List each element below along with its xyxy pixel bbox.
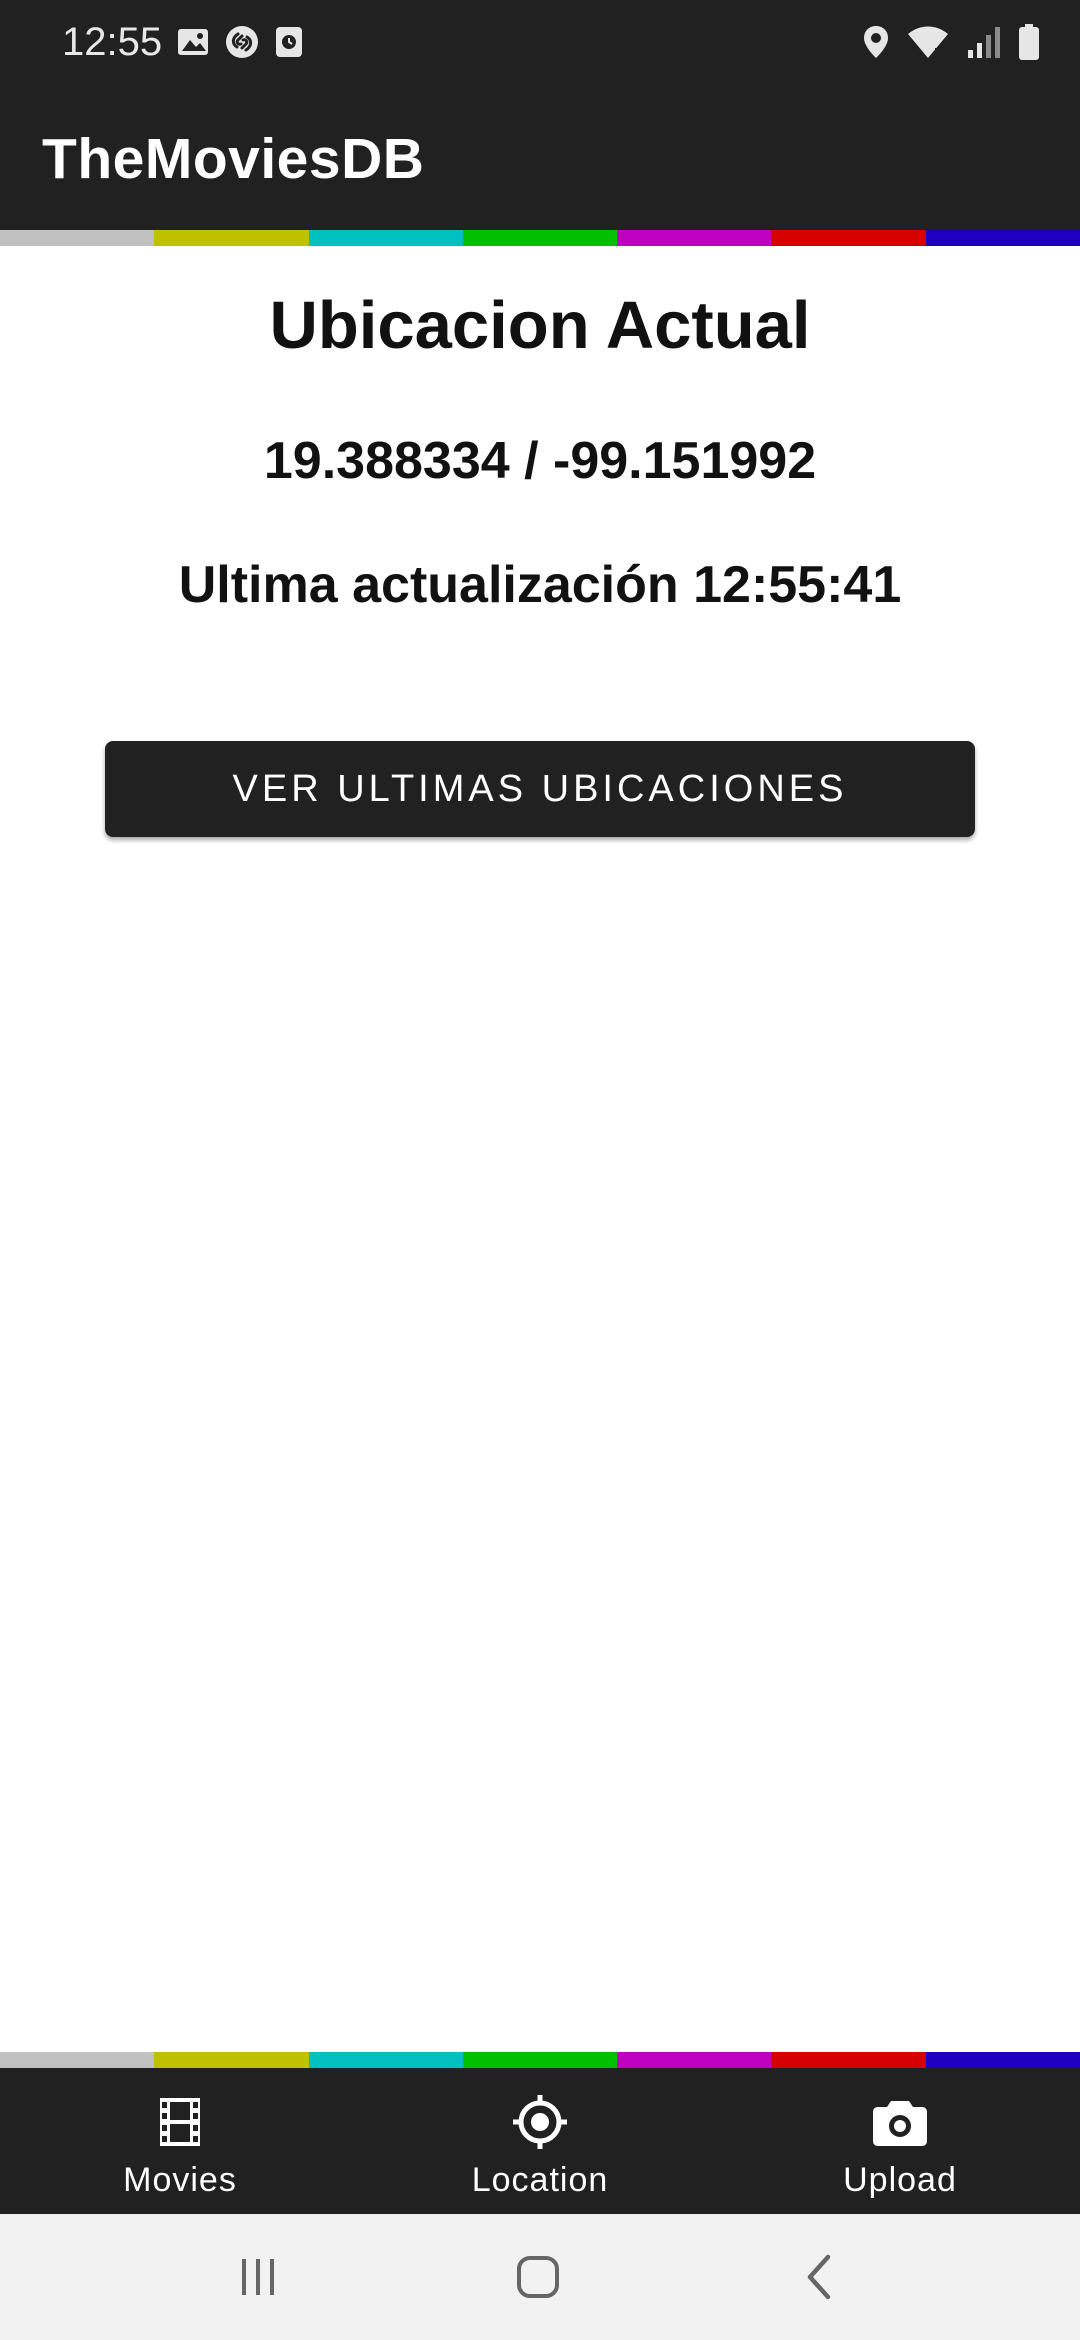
stripe-segment <box>617 2052 772 2068</box>
color-stripe-top <box>0 230 1080 246</box>
location-pin-icon <box>862 24 890 60</box>
coordinates-text: 19.388334 / -99.151992 <box>263 432 817 490</box>
stripe-segment <box>771 2052 926 2068</box>
stripe-segment <box>0 2052 155 2068</box>
bottom-navigation: Movies Location Upload <box>0 2068 1080 2214</box>
last-update-text: Ultima actualización 12:55:41 <box>178 556 902 614</box>
stripe-segment <box>925 230 1080 246</box>
signal-icon <box>966 24 1002 60</box>
app-bar: TheMoviesDB <box>0 84 1080 230</box>
battery-icon <box>1018 23 1040 61</box>
wifi-icon <box>906 24 950 60</box>
nav-item-movies[interactable]: Movies <box>0 2068 360 2214</box>
status-bar: 12:55 <box>0 0 1080 84</box>
home-icon[interactable] <box>508 2247 568 2307</box>
nav-label-upload: Upload <box>843 2161 957 2199</box>
stripe-segment <box>925 2052 1080 2068</box>
film-icon <box>152 2094 208 2150</box>
stripe-segment <box>0 230 155 246</box>
nav-label-location: Location <box>471 2161 609 2199</box>
stripe-segment <box>771 230 926 246</box>
stripe-segment <box>154 2052 309 2068</box>
stripe-segment <box>308 2052 463 2068</box>
back-icon[interactable] <box>790 2247 850 2307</box>
recents-icon[interactable] <box>228 2247 288 2307</box>
status-notification-icons <box>176 20 304 64</box>
view-last-locations-button[interactable]: VER ULTIMAS UBICACIONES <box>105 741 975 837</box>
nav-item-upload[interactable]: Upload <box>720 2068 1080 2214</box>
stripe-segment <box>308 230 463 246</box>
clock-square-icon <box>274 25 304 59</box>
nav-label-movies: Movies <box>123 2161 237 2199</box>
stripe-segment <box>462 2052 618 2068</box>
color-stripe-bottom <box>0 2052 1080 2068</box>
location-screen: Ubicacion Actual 19.388334 / -99.151992 … <box>0 246 1080 2052</box>
shazam-icon <box>224 24 260 60</box>
stripe-segment <box>154 230 309 246</box>
camera-icon <box>872 2094 928 2150</box>
location-heading: Ubicacion Actual <box>269 288 811 363</box>
stripe-segment <box>617 230 772 246</box>
system-navigation-bar <box>0 2214 1080 2340</box>
stripe-segment <box>462 230 618 246</box>
status-time: 12:55 <box>62 20 163 64</box>
status-system-icons <box>862 18 1040 66</box>
nav-item-location[interactable]: Location <box>360 2068 720 2214</box>
crosshair-icon <box>512 2094 568 2150</box>
app-title: TheMoviesDB <box>42 127 425 191</box>
image-icon <box>176 25 210 59</box>
